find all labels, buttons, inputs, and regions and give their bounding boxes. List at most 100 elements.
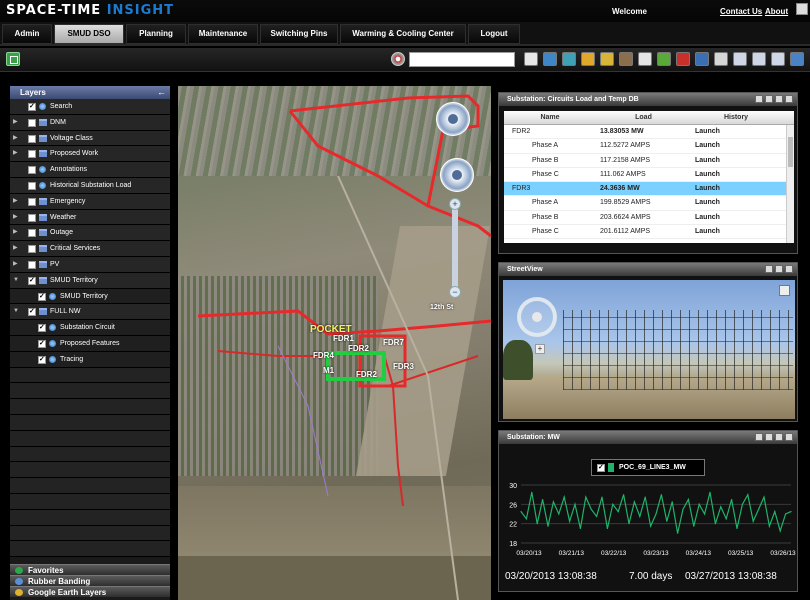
tab-smud-dso[interactable]: SMUD DSO bbox=[54, 24, 124, 44]
streetview-pan-control-icon[interactable] bbox=[517, 297, 557, 337]
launch-link[interactable]: Launch bbox=[691, 125, 781, 138]
toolbar-search-input[interactable] bbox=[409, 52, 515, 67]
tab-admin[interactable]: Admin bbox=[2, 24, 52, 44]
panel-toggle-icon[interactable] bbox=[6, 52, 20, 66]
launch-link[interactable]: Launch bbox=[691, 225, 781, 238]
record-icon[interactable] bbox=[714, 52, 728, 66]
tab-logout[interactable]: Logout bbox=[468, 24, 520, 44]
expand-arrow-icon[interactable]: ▶ bbox=[13, 194, 18, 209]
footer-section-favorites[interactable]: Favorites bbox=[10, 564, 170, 575]
minimize-icon[interactable] bbox=[765, 265, 773, 273]
launch-link[interactable]: Launch bbox=[691, 139, 781, 152]
table-icon[interactable] bbox=[543, 52, 557, 66]
layer-checkbox[interactable] bbox=[28, 118, 36, 127]
layer-row[interactable]: Annotations bbox=[10, 162, 170, 178]
column-header-history[interactable]: History bbox=[691, 111, 781, 124]
layer-checkbox[interactable] bbox=[28, 304, 36, 319]
expand-icon[interactable] bbox=[779, 285, 790, 296]
layer-row[interactable]: ▶ Critical Services bbox=[10, 241, 170, 257]
tab-planning[interactable]: Planning bbox=[126, 24, 186, 44]
minimize-icon[interactable] bbox=[765, 95, 773, 103]
layer-row[interactable]: Substation Circuit bbox=[10, 320, 170, 336]
close-icon[interactable] bbox=[785, 433, 793, 441]
table-row[interactable]: Phase C 201.6112 AMPS Launch bbox=[504, 225, 794, 240]
layer-row[interactable]: ▶ DNM bbox=[10, 114, 170, 131]
legend-checkbox[interactable] bbox=[597, 460, 605, 475]
map-zoom-slider[interactable] bbox=[452, 206, 458, 296]
layers-icon[interactable] bbox=[771, 52, 785, 66]
streetview-image[interactable]: + bbox=[503, 280, 795, 419]
maximize-icon[interactable] bbox=[775, 95, 783, 103]
launch-link[interactable]: Launch bbox=[691, 196, 781, 209]
table-row[interactable]: Phase C 111.062 AMPS Launch bbox=[504, 168, 794, 183]
settings-icon[interactable] bbox=[391, 52, 405, 66]
collapse-arrow-icon[interactable]: ▼ bbox=[13, 304, 19, 319]
layer-row[interactable]: ▶ Emergency bbox=[10, 193, 170, 210]
expand-arrow-icon[interactable]: ▶ bbox=[13, 115, 18, 130]
panel-menu-icon[interactable] bbox=[755, 433, 763, 441]
layer-checkbox[interactable] bbox=[28, 213, 36, 222]
close-icon[interactable] bbox=[785, 265, 793, 273]
launch-link[interactable]: Launch bbox=[691, 154, 781, 167]
layer-checkbox[interactable] bbox=[28, 134, 36, 143]
layer-row[interactable]: Search bbox=[10, 99, 170, 115]
layer-row[interactable]: Tracing bbox=[10, 351, 170, 368]
layer-row[interactable]: Historical Substation Load bbox=[10, 177, 170, 194]
help-icon[interactable] bbox=[790, 52, 804, 66]
layer-checkbox[interactable] bbox=[28, 99, 36, 114]
map-look-control-icon[interactable] bbox=[436, 102, 470, 136]
table-row[interactable]: FDR2 13.83053 MW Launch bbox=[504, 125, 794, 140]
window-control-icon[interactable] bbox=[796, 3, 808, 15]
table-row[interactable]: FDR3 24.3636 MW Launch bbox=[504, 182, 794, 197]
left-splitter[interactable] bbox=[170, 86, 178, 600]
layer-checkbox[interactable] bbox=[38, 320, 46, 335]
column-header-load[interactable]: Load bbox=[596, 111, 691, 124]
layer-row[interactable]: Proposed Features bbox=[10, 335, 170, 352]
scrollbar-thumb[interactable] bbox=[788, 137, 793, 167]
collapse-arrow-icon[interactable]: ← bbox=[157, 86, 166, 99]
mw-line-chart[interactable]: 18 22 26 30 03/20/13 03/21/13 03/22/13 03/23/13… bbox=[499, 481, 799, 561]
chart-icon[interactable] bbox=[600, 52, 614, 66]
map-icon[interactable] bbox=[619, 52, 633, 66]
layer-checkbox[interactable] bbox=[38, 289, 46, 304]
layer-row[interactable]: ▶ Proposed Work bbox=[10, 146, 170, 163]
expand-arrow-icon[interactable]: ▶ bbox=[13, 210, 18, 225]
contact-us-link[interactable]: Contact Us bbox=[720, 7, 762, 16]
ruler-icon[interactable] bbox=[562, 52, 576, 66]
layer-checkbox[interactable] bbox=[28, 181, 36, 190]
launch-link[interactable]: Launch bbox=[691, 182, 781, 195]
expand-arrow-icon[interactable]: ▶ bbox=[13, 225, 18, 240]
panel-menu-icon[interactable] bbox=[755, 95, 763, 103]
tab-switching-pins[interactable]: Switching Pins bbox=[260, 24, 338, 44]
expand-arrow-icon[interactable]: ▶ bbox=[13, 241, 18, 256]
person-icon[interactable] bbox=[581, 52, 595, 66]
chart-legend[interactable]: POC_69_LINE3_MW bbox=[591, 459, 705, 476]
zoom-out-icon[interactable]: − bbox=[449, 286, 461, 298]
expand-arrow-icon[interactable]: ▶ bbox=[13, 257, 18, 272]
table-scrollbar[interactable] bbox=[786, 125, 794, 243]
footer-section-google-earth-layers[interactable]: Google Earth Layers bbox=[10, 586, 170, 597]
layer-checkbox[interactable] bbox=[28, 245, 36, 254]
map-view[interactable]: POCKET FDR1 FDR2 FDR7 FDR4 FDR3 FDR2 M1 … bbox=[178, 86, 491, 600]
launch-link[interactable]: Launch bbox=[691, 211, 781, 224]
table-row[interactable]: Phase A 112.5272 AMPS Launch bbox=[504, 139, 794, 154]
layer-row[interactable]: ▶ Voltage Class bbox=[10, 130, 170, 147]
column-header-name[interactable]: Name bbox=[504, 111, 596, 124]
layer-row[interactable]: ▼ SMUD Territory bbox=[10, 272, 170, 289]
expand-arrow-icon[interactable]: ▶ bbox=[13, 131, 18, 146]
layer-row[interactable]: SMUD Territory bbox=[10, 288, 170, 305]
close-icon[interactable] bbox=[785, 95, 793, 103]
launch-link[interactable]: Launch bbox=[691, 168, 781, 181]
about-link[interactable]: About bbox=[765, 7, 788, 16]
layer-row[interactable]: ▼ FULL NW bbox=[10, 304, 170, 321]
zoom-in-icon[interactable]: + bbox=[449, 198, 461, 210]
collapse-arrow-icon[interactable]: ▼ bbox=[13, 273, 19, 288]
right-splitter[interactable] bbox=[491, 86, 497, 600]
layer-row[interactable]: ▶ PV bbox=[10, 256, 170, 273]
minimize-icon[interactable] bbox=[765, 433, 773, 441]
alert-icon[interactable] bbox=[676, 52, 690, 66]
streetview-zoom-icon[interactable]: + bbox=[535, 344, 545, 354]
expand-arrow-icon[interactable]: ▶ bbox=[13, 146, 18, 161]
tab-warming-cooling-center[interactable]: Warming & Cooling Center bbox=[340, 24, 466, 44]
layer-checkbox[interactable] bbox=[28, 166, 36, 175]
